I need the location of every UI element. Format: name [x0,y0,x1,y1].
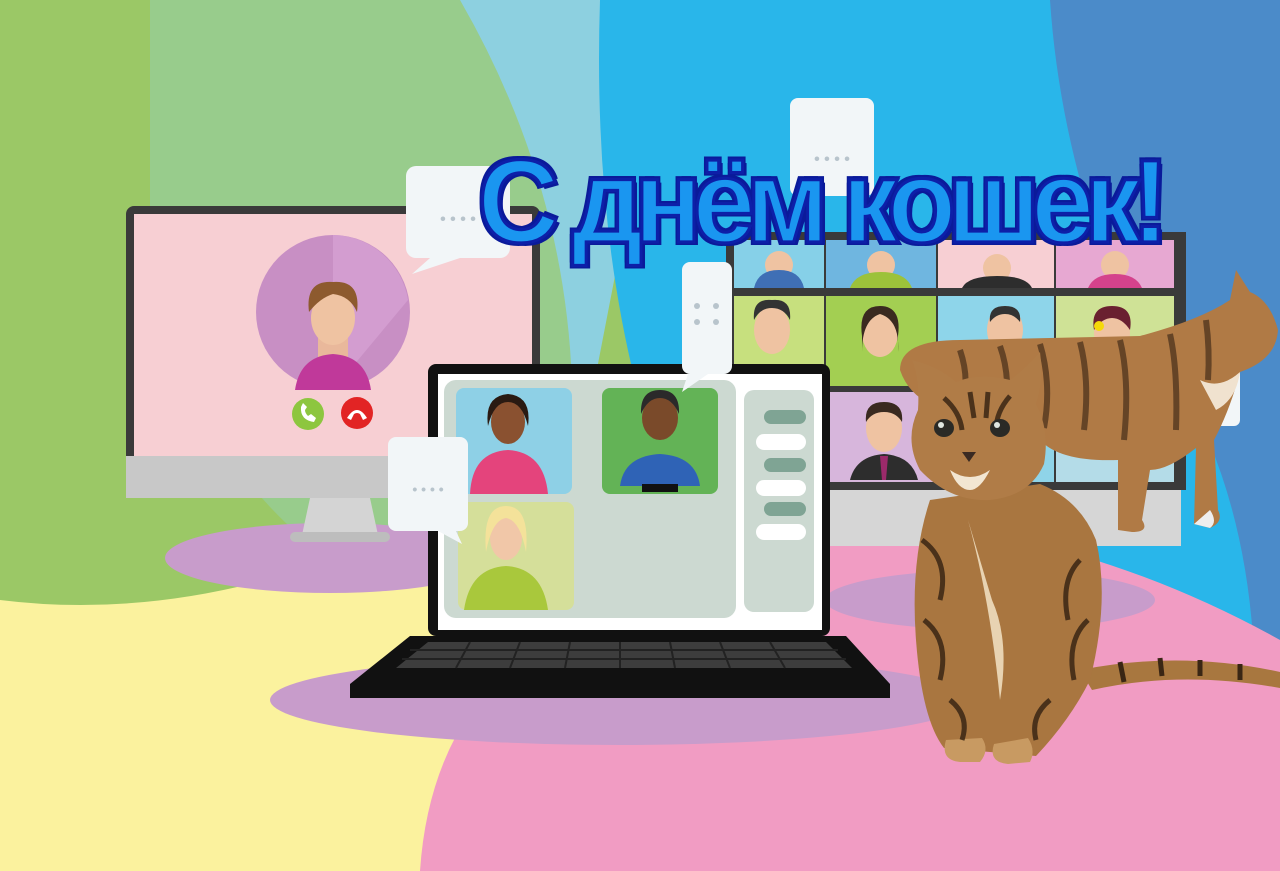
chat-bubble-laptop: • • • • [388,437,468,544]
decline-call-icon[interactable] [341,397,373,429]
bubble-dots: • • • • [440,211,476,228]
accept-call-icon[interactable] [292,398,324,430]
chat-bubble-middle [682,262,732,392]
bubble-dots: • • • • [412,481,443,497]
greeting-title: С днём кошек! [477,134,1171,268]
